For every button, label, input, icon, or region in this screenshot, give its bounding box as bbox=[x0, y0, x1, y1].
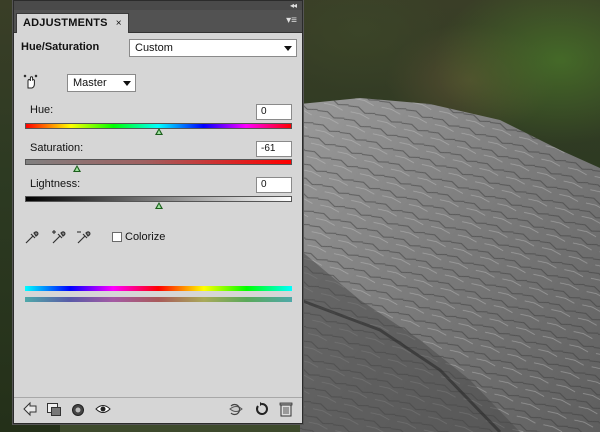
clip-to-layer-icon[interactable] bbox=[46, 401, 62, 417]
eyedropper-subtract-icon[interactable] bbox=[76, 229, 92, 245]
colorize-checkbox[interactable] bbox=[112, 232, 122, 242]
saturation-label: Saturation: bbox=[30, 142, 84, 154]
panel-top-strip: ◂◂ bbox=[14, 1, 302, 10]
eyedropper-icon[interactable] bbox=[24, 229, 40, 245]
hand-adjust-icon[interactable] bbox=[23, 74, 39, 90]
adjustments-panel: ◂◂ ADJUSTMENTS × ▾≡ Hue/Saturation Custom… bbox=[13, 0, 303, 424]
saturation-input[interactable]: -61 bbox=[256, 141, 292, 157]
hue-label: Hue: bbox=[30, 104, 54, 116]
back-arrow-icon[interactable] bbox=[22, 401, 38, 417]
hue-input[interactable]: 0 bbox=[256, 104, 292, 120]
lightness-label: Lightness: bbox=[30, 178, 81, 190]
collapse-panel-icon[interactable]: ◂◂ bbox=[290, 1, 297, 10]
tab-close-icon[interactable]: × bbox=[116, 18, 122, 29]
hue-slider-thumb[interactable] bbox=[154, 128, 163, 135]
lightness-input[interactable]: 0 bbox=[256, 177, 292, 193]
eyedropper-add-icon[interactable] bbox=[51, 229, 67, 245]
saturation-slider-thumb[interactable] bbox=[73, 165, 82, 172]
visibility-eye-icon[interactable] bbox=[95, 401, 111, 417]
tab-adjustments-label: ADJUSTMENTS bbox=[23, 17, 108, 29]
output-color-bar bbox=[25, 297, 292, 302]
trash-icon[interactable] bbox=[278, 401, 294, 417]
input-color-bar bbox=[25, 286, 292, 291]
reset-icon[interactable] bbox=[254, 401, 270, 417]
colorize-label: Colorize bbox=[125, 231, 166, 243]
layer-mask-icon[interactable] bbox=[70, 401, 86, 417]
channel-value: Master bbox=[73, 77, 107, 89]
preset-dropdown[interactable]: Custom bbox=[129, 39, 297, 57]
view-previous-icon[interactable] bbox=[228, 401, 244, 417]
footer-divider bbox=[14, 397, 302, 398]
saturation-slider-track[interactable] bbox=[25, 159, 292, 165]
panel-tab-row: ADJUSTMENTS × ▾≡ bbox=[14, 10, 302, 33]
chevron-down-icon bbox=[123, 81, 131, 86]
lightness-slider-thumb[interactable] bbox=[154, 202, 163, 209]
preset-value: Custom bbox=[135, 42, 173, 54]
adjustment-title: Hue/Saturation bbox=[21, 41, 100, 53]
channel-dropdown[interactable]: Master bbox=[67, 74, 136, 92]
tab-adjustments[interactable]: ADJUSTMENTS × bbox=[16, 13, 129, 33]
panel-menu-icon[interactable]: ▾≡ bbox=[286, 16, 297, 26]
chevron-down-icon bbox=[284, 46, 292, 51]
